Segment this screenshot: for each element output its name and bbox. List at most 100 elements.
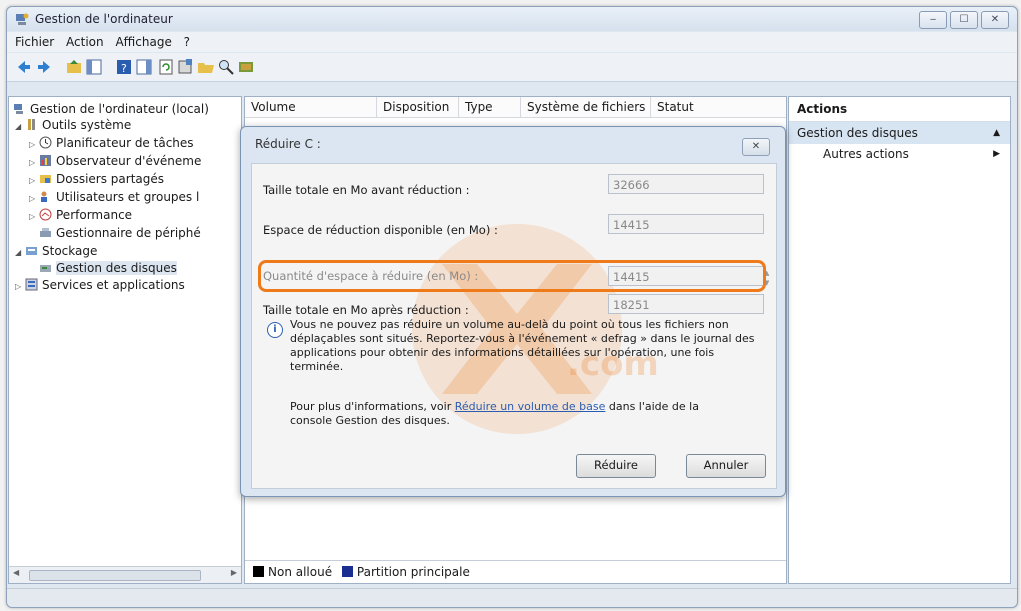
search-icon[interactable] <box>217 58 235 76</box>
collapsed-arrow-icon[interactable]: ▷ <box>29 137 39 153</box>
show-action-pane-icon[interactable] <box>135 58 153 76</box>
menu-fichier[interactable]: Fichier <box>15 32 54 52</box>
scroll-left-arrow-icon[interactable]: ◀ <box>13 568 19 577</box>
action-more-actions[interactable]: Autres actions ▶ <box>789 144 1010 164</box>
tree-item-label: Observateur d'événeme <box>56 154 202 168</box>
column-header-row: Volume Disposition Type Système de fichi… <box>245 97 786 118</box>
collapsed-arrow-icon[interactable]: ▷ <box>29 173 39 189</box>
open-folder-icon[interactable] <box>197 58 215 76</box>
tree-item-services[interactable]: ▷ Services et applications <box>15 277 185 293</box>
up-folder-icon[interactable] <box>65 58 83 76</box>
expanded-arrow-icon[interactable]: ◢ <box>15 119 25 135</box>
dialog-body: .com Taille totale en Mo avant réduction… <box>251 163 777 489</box>
shrink-volume-dialog: Réduire C : ✕ .com Taille totale en Mo a… <box>240 126 786 497</box>
scrollbar-thumb[interactable] <box>29 570 201 581</box>
field-label-total-before: Taille totale en Mo avant réduction : <box>263 183 470 197</box>
disk-management-icon <box>40 265 51 272</box>
tree-item-label: Planificateur de tâches <box>56 136 194 150</box>
legend-primary: Partition principale <box>356 565 470 579</box>
tree-item-performance[interactable]: ▷ Performance <box>29 207 132 223</box>
dialog-close-button[interactable]: ✕ <box>742 138 770 156</box>
show-hide-tree-icon[interactable] <box>85 58 103 76</box>
actions-pane: Actions Gestion des disques ▲ Autres act… <box>788 96 1011 584</box>
field-label-available: Espace de réduction disponible (en Mo) : <box>263 223 498 237</box>
actions-section-disk-management[interactable]: Gestion des disques ▲ <box>789 122 1010 144</box>
column-header-file-system[interactable]: Système de fichiers <box>521 97 651 117</box>
info-text: Vous ne pouvez pas réduire un volume au-… <box>290 318 755 373</box>
event-viewer-icon <box>40 155 51 166</box>
tree-item-observateur[interactable]: ▷ Observateur d'événeme <box>29 153 201 169</box>
expanded-arrow-icon[interactable]: ◢ <box>15 245 25 261</box>
horizontal-scrollbar[interactable]: ◀ ▶ <box>9 566 241 583</box>
tree-item-planificateur[interactable]: ▷ Planificateur de tâches <box>29 135 194 151</box>
tree-item-label: Utilisateurs et groupes l <box>56 190 200 204</box>
forward-arrow-icon[interactable] <box>35 58 53 76</box>
unallocated-swatch <box>253 566 264 577</box>
users-icon <box>41 191 47 202</box>
highlight-box <box>258 260 766 292</box>
maximize-button[interactable]: ☐ <box>950 11 978 29</box>
column-header-type[interactable]: Type <box>459 97 521 117</box>
menu-action[interactable]: Action <box>66 32 104 52</box>
collapsed-arrow-icon[interactable]: ▷ <box>29 209 39 225</box>
tree-item-label: Performance <box>56 208 133 222</box>
tree-item-root[interactable]: Gestion de l'ordinateur (local) <box>13 101 209 117</box>
tree-item-outils[interactable]: ◢ Outils système <box>15 117 131 133</box>
tree-item-label: Stockage <box>42 244 98 258</box>
computer-management-icon <box>16 13 29 25</box>
tools-icon <box>28 119 35 130</box>
help-icon[interactable]: ? <box>115 58 133 76</box>
tree-item-peripheriques[interactable]: Gestionnaire de périphé <box>39 225 201 241</box>
back-arrow-icon[interactable] <box>15 58 33 76</box>
tree-item-label: Services et applications <box>42 278 185 292</box>
cancel-button[interactable]: Annuler <box>686 454 766 478</box>
column-header-status[interactable]: Statut <box>651 97 786 117</box>
collapsed-arrow-icon[interactable]: ▷ <box>29 191 39 207</box>
refresh-icon[interactable] <box>157 58 175 76</box>
window-title: Gestion de l'ordinateur <box>35 12 173 26</box>
minimize-button[interactable]: ‒ <box>919 11 947 29</box>
more-info-text: Pour plus d'informations, voir Réduire u… <box>290 400 730 428</box>
dialog-title: Réduire C : <box>255 137 321 151</box>
menu-bar: Fichier Action Affichage ? <box>7 32 1017 52</box>
performance-icon <box>39 208 52 221</box>
close-window-button[interactable]: ✕ <box>981 11 1009 29</box>
svg-text:?: ? <box>121 62 127 75</box>
column-header-volume[interactable]: Volume <box>245 97 377 117</box>
field-total-after: 18251 <box>608 294 764 314</box>
scroll-right-arrow-icon[interactable]: ▶ <box>231 568 237 577</box>
column-header-disposition[interactable]: Disposition <box>377 97 459 117</box>
disk-tool-icon[interactable] <box>237 58 255 76</box>
field-total-before: 32666 <box>608 174 764 194</box>
tree-item-label: Gestionnaire de périphé <box>56 226 201 240</box>
field-available: 14415 <box>608 214 764 234</box>
tree-item-label: Gestion des disques <box>56 261 177 275</box>
console-tree: Gestion de l'ordinateur (local) ◢ Outils … <box>8 96 242 584</box>
shrink-button[interactable]: Réduire <box>576 454 656 478</box>
collapse-arrow-icon[interactable]: ▲ <box>993 122 1000 144</box>
tree-item-label: Dossiers partagés <box>56 172 165 186</box>
actions-title: Actions <box>789 97 1010 122</box>
legend-unallocated: Non alloué <box>268 565 333 579</box>
menu-help[interactable]: ? <box>184 32 190 52</box>
computer-management-icon <box>14 104 23 114</box>
more-info-prefix: Pour plus d'informations, voir <box>290 400 455 413</box>
actions-section-label: Gestion des disques <box>797 126 918 140</box>
help-link[interactable]: Réduire un volume de base <box>455 400 606 413</box>
toolbar: ? <box>7 53 1017 82</box>
clock-icon <box>39 136 52 149</box>
info-icon: i <box>267 322 283 338</box>
collapsed-arrow-icon[interactable]: ▷ <box>15 279 25 295</box>
storage-icon <box>26 247 37 255</box>
tree-item-stockage[interactable]: ◢ Stockage <box>15 243 97 259</box>
status-bar <box>7 588 1017 607</box>
properties-icon[interactable] <box>177 58 195 76</box>
tree-item-utilisateurs[interactable]: ▷ Utilisateurs et groupes l <box>29 189 199 205</box>
primary-partition-swatch <box>341 566 353 577</box>
menu-affichage[interactable]: Affichage <box>115 32 171 52</box>
tree-item-disques[interactable]: Gestion des disques <box>39 260 177 276</box>
tree-item-label: Outils système <box>42 118 132 132</box>
tree-item-dossiers[interactable]: ▷ Dossiers partagés <box>29 171 164 187</box>
collapsed-arrow-icon[interactable]: ▷ <box>29 155 39 171</box>
action-more-label: Autres actions <box>823 147 909 161</box>
